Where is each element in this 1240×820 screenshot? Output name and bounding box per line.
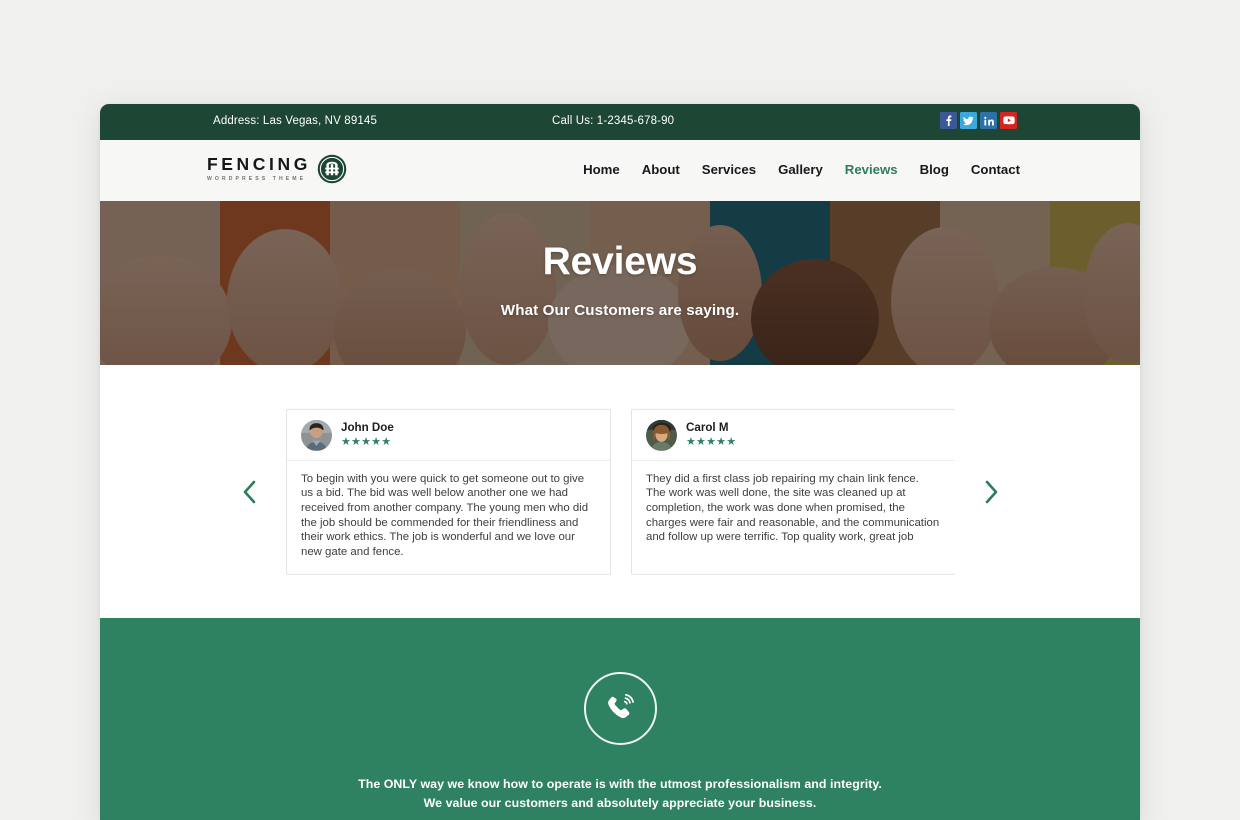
youtube-icon[interactable] (1000, 112, 1017, 129)
reviews-carousel-section: John Doe ★★★★★ To begin with you were qu… (100, 365, 1140, 618)
twitter-icon[interactable] (960, 112, 977, 129)
phone-text: Call Us: 1-2345-678-90 (552, 115, 675, 127)
site-page-container: Address: Las Vegas, NV 89145 Call Us: 1-… (100, 104, 1140, 820)
nav-item-gallery[interactable]: Gallery (778, 162, 823, 177)
logo-wordmark: FENCING WORDPRESS THEME (207, 153, 311, 183)
carousel-prev-button[interactable] (236, 477, 262, 507)
star-rating: ★★★★★ (686, 436, 737, 449)
review-card-header: John Doe ★★★★★ (287, 409, 610, 461)
primary-navigation: Home About Services Gallery Reviews Blog… (583, 162, 1020, 177)
avatar (646, 419, 677, 451)
review-card-meta: John Doe ★★★★★ (341, 420, 394, 449)
review-card-header: Carol M ★★★★★ (632, 409, 955, 461)
main-navbar: FENCING WORDPRESS THEME Home About Servi… (100, 140, 1140, 201)
review-card-meta: Carol M ★★★★★ (686, 420, 737, 449)
cta-line-2: We value our customers and absolutely ap… (423, 796, 817, 811)
reviewer-name: Carol M (686, 420, 729, 434)
carousel-next-button[interactable] (978, 477, 1004, 507)
social-links (940, 112, 1017, 129)
address-text: Address: Las Vegas, NV 89145 (213, 115, 378, 127)
facebook-icon[interactable] (940, 112, 957, 129)
nav-item-contact[interactable]: Contact (971, 162, 1020, 177)
page-title: Reviews (542, 239, 698, 283)
logo-name: FENCING (207, 153, 311, 174)
cta-text: The ONLY way we know how to operate is w… (358, 775, 882, 813)
chevron-right-icon (985, 480, 997, 503)
phone-ringing-icon (608, 693, 634, 718)
carousel-viewport: John Doe ★★★★★ To begin with you were qu… (286, 365, 955, 618)
reviewer-name: John Doe (341, 420, 394, 434)
review-card: Carol M ★★★★★ They did a first class job… (631, 408, 955, 575)
nav-item-blog[interactable]: Blog (920, 162, 949, 177)
hero-banner: Reviews What Our Customers are saying. (100, 201, 1140, 365)
fence-gate-circle-icon (317, 154, 347, 184)
avatar (301, 419, 332, 451)
cta-section: The ONLY way we know how to operate is w… (100, 618, 1140, 820)
cta-line-1: The ONLY way we know how to operate is w… (358, 777, 882, 791)
review-text: To begin with you were quick to get some… (301, 472, 589, 558)
review-text: They did a first class job repairing my … (646, 472, 940, 544)
nav-item-services[interactable]: Services (702, 162, 756, 177)
star-rating: ★★★★★ (341, 436, 392, 449)
nav-item-reviews[interactable]: Reviews (845, 162, 898, 177)
hero-subtitle: What Our Customers are saying. (500, 301, 740, 319)
chevron-left-icon (243, 480, 255, 503)
carousel-track: John Doe ★★★★★ To begin with you were qu… (286, 408, 955, 575)
linkedin-icon[interactable] (980, 112, 997, 129)
hero-content: Reviews What Our Customers are saying. (100, 201, 1140, 365)
review-card: John Doe ★★★★★ To begin with you were qu… (286, 408, 611, 575)
nav-item-about[interactable]: About (642, 162, 680, 177)
nav-item-home[interactable]: Home (583, 162, 620, 177)
cta-icon-circle (583, 672, 657, 745)
site-logo[interactable]: FENCING WORDPRESS THEME (207, 154, 347, 184)
logo-subtitle: WORDPRESS THEME (207, 176, 307, 183)
top-utility-bar: Address: Las Vegas, NV 89145 Call Us: 1-… (100, 104, 1140, 140)
